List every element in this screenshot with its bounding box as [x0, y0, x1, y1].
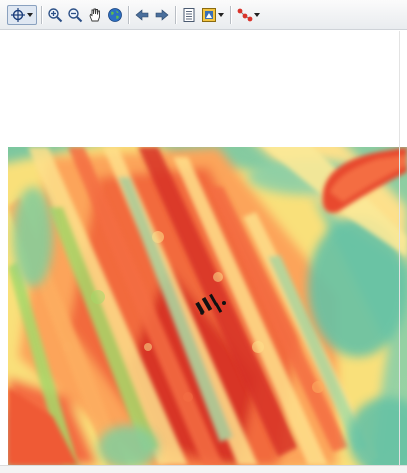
previous-extent-button[interactable]	[133, 5, 151, 25]
status-strip	[0, 465, 407, 473]
toolbar-separator	[175, 5, 176, 24]
next-extent-arrow-icon	[155, 8, 169, 21]
full-extent-globe-icon	[108, 7, 122, 22]
network-points-icon	[237, 8, 253, 21]
attribute-table-button[interactable]	[180, 5, 198, 25]
attribute-table-icon	[183, 7, 195, 22]
toolbar-separator	[41, 5, 42, 24]
map-blank-area[interactable]	[0, 31, 407, 147]
toolbar-separator	[230, 5, 231, 24]
pan-button[interactable]	[86, 5, 104, 25]
next-extent-button[interactable]	[153, 5, 171, 25]
vertical-scrollbar[interactable]	[399, 31, 407, 465]
zoom-in-icon	[48, 7, 63, 22]
pan-hand-icon	[89, 8, 100, 21]
identify-layer-icon	[202, 7, 216, 22]
select-crosshair-icon	[11, 7, 25, 22]
map-toolbar	[0, 0, 407, 30]
zoom-out-button[interactable]	[66, 5, 84, 25]
chevron-down-icon[interactable]	[26, 6, 34, 24]
identify-button[interactable]	[200, 5, 226, 25]
previous-extent-arrow-icon	[135, 8, 149, 21]
zoom-out-icon	[68, 7, 83, 22]
select-tool-button[interactable]	[7, 4, 37, 25]
network-points-button[interactable]	[235, 5, 263, 25]
full-extent-button[interactable]	[106, 5, 124, 25]
map-canvas[interactable]	[8, 147, 407, 465]
zoom-in-button[interactable]	[46, 5, 64, 25]
chevron-down-icon[interactable]	[253, 6, 261, 24]
chevron-down-icon[interactable]	[217, 6, 225, 24]
raster-heatmap-layer	[8, 147, 407, 465]
toolbar-separator	[128, 5, 129, 24]
map-application	[0, 0, 407, 473]
